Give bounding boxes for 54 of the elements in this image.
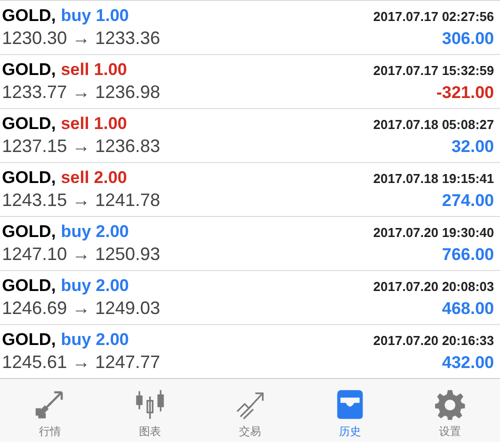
profit-value: 274.00 — [442, 191, 494, 211]
price-range: 1237.15 → 1236.83 — [2, 136, 160, 157]
profit-value: 432.00 — [442, 353, 494, 373]
trade-action: buy 2.00 — [60, 222, 129, 242]
symbol-label: GOLD, — [2, 276, 56, 296]
price-range: 1245.61 → 1247.77 — [2, 352, 160, 373]
deal-row[interactable]: GOLD, buy 1.00 2017.07.17 02:27:56 1230.30 → 1233.36 306.00 — [0, 0, 500, 54]
deal-row[interactable]: GOLD, buy 2.00 2017.07.20 20:08:03 1246.69 → 1249.03 468.00 — [0, 270, 500, 324]
deal-time: 2017.07.20 20:16:33 — [373, 333, 494, 348]
symbol-label: GOLD, — [2, 330, 56, 350]
trade-action: buy 2.00 — [60, 330, 129, 350]
tab[interactable]: 历史 — [300, 379, 400, 442]
tab[interactable]: 设置 — [400, 379, 500, 442]
symbol-label: GOLD, — [2, 168, 56, 188]
tab[interactable]: 交易 — [200, 379, 300, 442]
tab-label: 历史 — [339, 424, 361, 438]
symbol-label: GOLD, — [2, 222, 56, 242]
profit-value: 468.00 — [442, 299, 494, 319]
profit-value: -321.00 — [436, 83, 494, 103]
profit-value: 766.00 — [442, 245, 494, 265]
candlestick-icon — [134, 388, 166, 420]
symbol-label: GOLD, — [2, 6, 56, 26]
tab-label: 设置 — [439, 424, 461, 438]
tab-label: 交易 — [239, 424, 261, 438]
price-range: 1246.69 → 1249.03 — [2, 298, 160, 319]
trade-action: sell 1.00 — [60, 60, 128, 80]
tab-label: 图表 — [139, 424, 161, 438]
tab[interactable]: 图表 — [100, 379, 200, 442]
deal-time: 2017.07.20 20:08:03 — [373, 279, 494, 294]
price-range: 1230.30 → 1233.36 — [2, 28, 160, 49]
price-range: 1233.77 → 1236.98 — [2, 82, 160, 103]
deal-row[interactable]: GOLD, sell 1.00 2017.07.17 15:32:59 1233.77 → 1236.98 -321.00 — [0, 54, 500, 108]
trade-action: buy 1.00 — [60, 6, 129, 26]
deal-time: 2017.07.18 19:15:41 — [373, 171, 494, 186]
symbol-label: GOLD, — [2, 60, 56, 80]
inbox-icon — [334, 388, 366, 420]
deal-time: 2017.07.20 19:30:40 — [373, 225, 494, 240]
deal-row[interactable]: GOLD, sell 1.00 2017.07.18 05:08:27 1237.15 → 1236.83 32.00 — [0, 108, 500, 162]
deal-time: 2017.07.17 15:32:59 — [373, 63, 494, 78]
deal-row[interactable]: GOLD, buy 2.00 2017.07.20 19:30:40 1247.10 → 1250.93 766.00 — [0, 216, 500, 270]
deal-time: 2017.07.18 05:08:27 — [373, 117, 494, 132]
settings-icon — [434, 388, 466, 420]
tab-label: 行情 — [39, 424, 61, 438]
symbol-label: GOLD, — [2, 114, 56, 134]
trade-action: sell 2.00 — [60, 168, 128, 188]
deal-time: 2017.07.17 02:27:56 — [373, 9, 494, 24]
tab[interactable]: 行情 — [0, 379, 100, 442]
price-range: 1247.10 → 1250.93 — [2, 244, 160, 265]
profit-value: 32.00 — [451, 137, 494, 157]
price-range: 1243.15 → 1241.78 — [2, 190, 160, 211]
trade-action: buy 2.00 — [60, 276, 129, 296]
deal-row[interactable]: GOLD, sell 2.00 2017.07.18 19:15:41 1243.15 → 1241.78 274.00 — [0, 162, 500, 216]
trade-action: sell 1.00 — [60, 114, 128, 134]
profit-value: 306.00 — [442, 29, 494, 49]
